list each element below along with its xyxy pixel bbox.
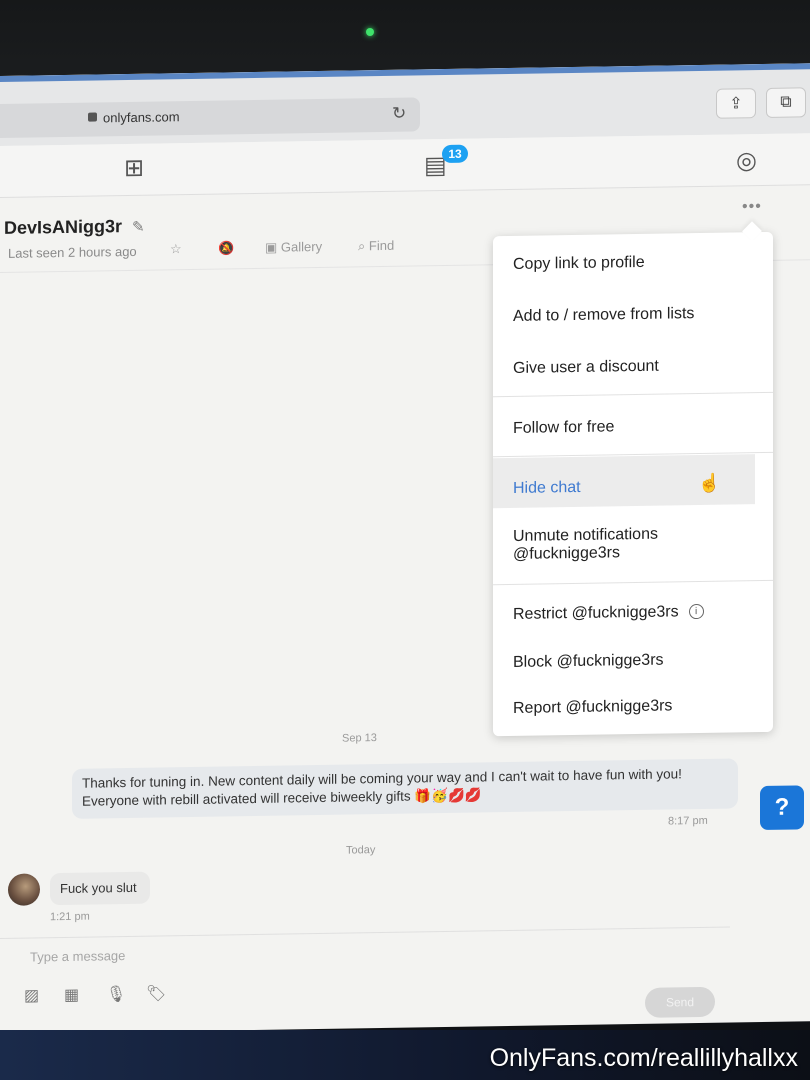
tabs-button[interactable]: ⧉ bbox=[766, 87, 806, 118]
new-post-icon[interactable]: ⊞ bbox=[124, 154, 144, 183]
find-button[interactable]: ⌕ Find bbox=[358, 238, 394, 255]
screen: onlyfans.com ↻ ⇪ ⧉ ⊞ ▤ 13 ◎ DevIsANigg3r… bbox=[0, 63, 810, 1034]
info-icon[interactable]: i bbox=[688, 604, 704, 620]
menu-divider bbox=[493, 391, 773, 398]
menu-restrict-label: Restrict @fucknigge3rs bbox=[513, 603, 679, 623]
find-label: Find bbox=[368, 237, 395, 254]
avatar[interactable] bbox=[8, 873, 40, 906]
url-text: onlyfans.com bbox=[103, 109, 180, 126]
menu-copy-link[interactable]: Copy link to profile bbox=[513, 254, 645, 274]
watermark: OnlyFans.com/reallillyhallxx bbox=[489, 1044, 798, 1072]
chat-options-menu: Copy link to profile Add to / remove fro… bbox=[493, 231, 773, 737]
messages-badge: 13 bbox=[442, 144, 468, 164]
send-button[interactable]: Send bbox=[645, 986, 715, 1018]
chat-username[interactable]: DevIsANigg3r bbox=[4, 216, 122, 239]
menu-unmute[interactable]: Unmute notifications @fucknigge3rs bbox=[513, 526, 658, 564]
outgoing-message: Thanks for tuning in. New content daily … bbox=[72, 758, 738, 819]
date-separator: Sep 13 bbox=[342, 732, 377, 745]
menu-block[interactable]: Block @fucknigge3rs bbox=[513, 652, 664, 672]
message-input[interactable]: Type a message bbox=[30, 948, 125, 964]
help-button[interactable]: ? bbox=[760, 785, 804, 831]
image-icon[interactable]: ▨ bbox=[24, 985, 39, 1005]
browser-toolbar: onlyfans.com ↻ ⇪ ⧉ bbox=[0, 63, 810, 146]
profile-icon[interactable]: ◎ bbox=[736, 146, 757, 175]
mute-bell-icon[interactable]: 🔕 bbox=[218, 240, 234, 256]
gallery-button[interactable]: ▣ Gallery bbox=[265, 239, 322, 256]
outgoing-timestamp: 8:17 pm bbox=[668, 814, 708, 828]
menu-unmute-line1: Unmute notifications bbox=[513, 525, 658, 545]
tabs-icon: ⧉ bbox=[780, 93, 792, 111]
menu-lists[interactable]: Add to / remove from lists bbox=[513, 305, 694, 326]
lock-icon bbox=[88, 112, 97, 122]
menu-hide-chat[interactable]: Hide chat bbox=[513, 479, 581, 498]
more-options-icon[interactable]: ••• bbox=[742, 198, 762, 216]
microphone-icon[interactable]: 🎙 bbox=[106, 984, 126, 1004]
menu-follow-free[interactable]: Follow for free bbox=[513, 418, 614, 438]
incoming-timestamp: 1:21 pm bbox=[50, 910, 90, 924]
price-tag-icon[interactable]: 🏷 bbox=[146, 983, 166, 1003]
menu-divider bbox=[493, 579, 773, 586]
menu-discount[interactable]: Give user a discount bbox=[513, 358, 659, 378]
menu-restrict[interactable]: Restrict @fucknigge3rs i bbox=[513, 603, 704, 624]
vault-icon[interactable]: ▦ bbox=[64, 985, 79, 1005]
menu-unmute-line2: @fucknigge3rs bbox=[513, 544, 620, 563]
hand-cursor-icon: ☝ bbox=[698, 472, 721, 494]
gallery-label: Gallery bbox=[280, 238, 323, 255]
share-icon: ⇪ bbox=[729, 95, 743, 113]
reload-icon[interactable]: ↻ bbox=[392, 104, 406, 124]
camera-indicator bbox=[366, 28, 374, 36]
composer-divider bbox=[0, 926, 730, 939]
menu-report[interactable]: Report @fucknigge3rs bbox=[513, 697, 672, 718]
share-button[interactable]: ⇪ bbox=[716, 88, 756, 119]
date-separator: Today bbox=[346, 844, 376, 857]
incoming-message: Fuck you slut bbox=[50, 871, 150, 906]
last-seen-status: Last seen 2 hours ago bbox=[8, 243, 137, 261]
address-bar[interactable]: onlyfans.com ↻ bbox=[0, 97, 420, 139]
help-icon: ? bbox=[774, 793, 790, 821]
star-icon[interactable]: ☆ bbox=[170, 241, 182, 257]
edit-name-icon[interactable]: ✎ bbox=[132, 218, 145, 236]
